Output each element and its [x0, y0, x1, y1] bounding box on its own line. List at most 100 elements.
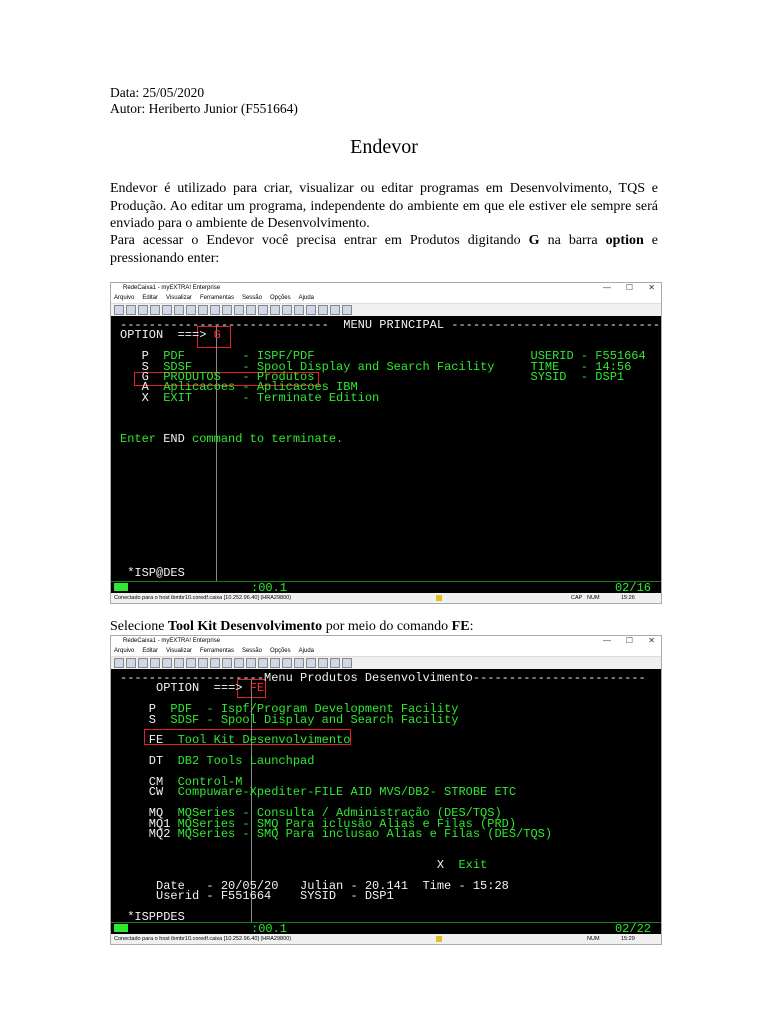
connection-status-bar: Conectado para o host ibmbr10.coredf.cai… [111, 593, 661, 603]
toolbar-button-icon[interactable] [114, 658, 124, 668]
toolbar-button-icon[interactable] [258, 305, 268, 315]
terminal-text: FE [120, 733, 178, 748]
toolbar [111, 303, 661, 316]
minimize-button[interactable]: — [603, 636, 611, 646]
toolbar-button-icon[interactable] [270, 658, 280, 668]
terminal-text: ----------------------------- [444, 318, 661, 332]
toolbar-button-icon[interactable] [246, 305, 256, 315]
menu-item-4[interactable]: Sessão [242, 648, 262, 654]
terminal-status-bar: :00.1 02/22 [111, 922, 661, 934]
terminal-line: OPTION ===> G [120, 328, 221, 343]
toolbar-button-icon[interactable] [174, 658, 184, 668]
toolbar-button-icon[interactable] [222, 305, 232, 315]
maximize-button[interactable]: ☐ [626, 283, 633, 293]
toolbar-button-icon[interactable] [294, 305, 304, 315]
toolbar-button-icon[interactable] [330, 305, 340, 315]
terminal-text: OPTION ===> [120, 328, 214, 343]
document-page: Data: 25/05/2020 Autor: Heriberto Junior… [0, 0, 768, 1024]
toolbar-button-icon[interactable] [138, 305, 148, 315]
toolbar-button-icon[interactable] [318, 305, 328, 315]
menu-item-1[interactable]: Editar [142, 295, 158, 301]
terminal-window-1: RedeCaixa1 - myEXTRA! Enterprise — ☐ ✕ A… [110, 282, 662, 604]
menu-item-0[interactable]: Arquivo [114, 648, 134, 654]
toolbar-button-icon[interactable] [246, 658, 256, 668]
toolbar-button-icon[interactable] [150, 305, 160, 315]
close-button[interactable]: ✕ [648, 636, 655, 646]
toolbar-button-icon[interactable] [270, 305, 280, 315]
toolbar [111, 656, 661, 669]
num-indicator: NUM [587, 936, 600, 942]
terminal-text: S [120, 712, 171, 727]
toolbar-button-icon[interactable] [114, 305, 124, 315]
toolbar-button-icon[interactable] [342, 305, 352, 315]
window-titlebar: RedeCaixa1 - myEXTRA! Enterprise — ☐ ✕ [111, 636, 661, 646]
menu-item-2[interactable]: Visualizar [166, 648, 192, 654]
toolbar-button-icon[interactable] [198, 658, 208, 668]
toolbar-button-icon[interactable] [282, 305, 292, 315]
toolbar-button-icon[interactable] [306, 305, 316, 315]
terminal-text: DT [120, 754, 178, 769]
toolbar-button-icon[interactable] [126, 658, 136, 668]
num-indicator: NUM [587, 595, 600, 601]
minimize-button[interactable]: — [603, 283, 611, 293]
terminal-text: OPTION ===> [120, 681, 250, 696]
toolbar-button-icon[interactable] [186, 658, 196, 668]
caps-indicator: CAP [571, 595, 583, 601]
connection-status: Conectado para o host ibmbr10.coredf.cai… [114, 595, 292, 601]
toolbar-button-icon[interactable] [234, 658, 244, 668]
terminal-screen[interactable]: *ISP@DES :00.1 02/16 -------------------… [111, 316, 661, 593]
terminal-text: X [120, 390, 164, 405]
menu-item-1[interactable]: Editar [142, 648, 158, 654]
toolbar-button-icon[interactable] [162, 658, 172, 668]
lock-icon [436, 595, 442, 601]
menu-bar: Arquivo Editar Visualizar Ferramentas Sessão… [111, 293, 661, 303]
toolbar-button-icon[interactable] [186, 305, 196, 315]
terminal-line: S SDSF - Spool Display and Search Facili… [120, 712, 459, 727]
toolbar-button-icon[interactable] [210, 305, 220, 315]
toolbar-button-icon[interactable] [318, 658, 328, 668]
terminal-screen[interactable]: :00.1 02/22 --------------------Menu Pro… [111, 669, 661, 934]
terminal-text: Enter [120, 432, 164, 447]
maximize-button[interactable]: ☐ [626, 636, 633, 646]
terminal-line: Userid - F551664 SYSID - DSP1 [120, 890, 394, 902]
toolbar-button-icon[interactable] [294, 658, 304, 668]
menu-item-3[interactable]: Ferramentas [200, 295, 234, 301]
terminal-window-2: RedeCaixa1 - myEXTRA! Enterprise — ☐ ✕ A… [110, 635, 662, 945]
terminal-text: command to terminate. [184, 432, 344, 447]
toolbar-button-icon[interactable] [150, 658, 160, 668]
toolbar-button-icon[interactable] [198, 305, 208, 315]
terminal-line: OPTION ===> FE [120, 681, 264, 696]
toolbar-button-icon[interactable] [306, 658, 316, 668]
terminal-text: Exit [458, 858, 488, 873]
menu-item-0[interactable]: Arquivo [114, 295, 134, 301]
menu-item-5[interactable]: Opções [270, 648, 291, 654]
toolbar-button-icon[interactable] [342, 658, 352, 668]
menu-item-6[interactable]: Ajuda [299, 648, 314, 654]
toolbar-button-icon[interactable] [210, 658, 220, 668]
connection-status: Conectado para o host ibmbr10.coredf.cai… [114, 936, 292, 942]
menu-item-2[interactable]: Visualizar [166, 295, 192, 301]
terminal-text: G [213, 328, 221, 343]
close-button[interactable]: ✕ [648, 283, 655, 293]
toolbar-button-icon[interactable] [138, 658, 148, 668]
terminal-text: SDSF - Spool Display and Search Facility [170, 712, 459, 727]
toolbar-button-icon[interactable] [282, 658, 292, 668]
toolbar-button-icon[interactable] [258, 658, 268, 668]
toolbar-button-icon[interactable] [126, 305, 136, 315]
document-title: Endevor [350, 136, 418, 158]
terminal-text: ------------------------ [472, 671, 646, 685]
toolbar-button-icon[interactable] [174, 305, 184, 315]
terminal-text: Compuware-Xpediter-FILE AID MVS/DB2- STR… [177, 785, 517, 800]
menu-item-3[interactable]: Ferramentas [200, 648, 234, 654]
menu-item-6[interactable]: Ajuda [299, 295, 314, 301]
keyboard-lock-icon [114, 924, 128, 932]
menu-item-4[interactable]: Sessão [242, 295, 262, 301]
terminal-text: EXIT - Terminate Edition [163, 390, 380, 405]
menu-item-5[interactable]: Opções [270, 295, 291, 301]
terminal-text: SYSID - DSP1 [314, 370, 625, 384]
toolbar-button-icon[interactable] [330, 658, 340, 668]
toolbar-button-icon[interactable] [162, 305, 172, 315]
toolbar-button-icon[interactable] [222, 658, 232, 668]
toolbar-button-icon[interactable] [234, 305, 244, 315]
terminal-text: MQSeries - SMQ Para inclusao Alias e Fil… [177, 827, 553, 841]
